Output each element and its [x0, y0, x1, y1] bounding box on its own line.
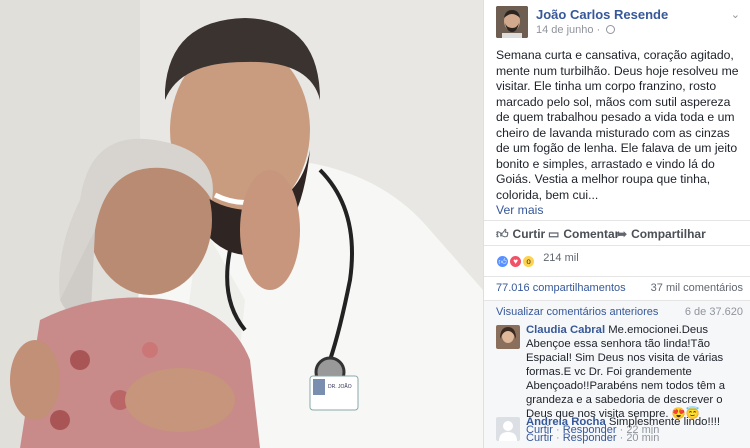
- post-side-panel: João Carlos Resende 14 de junho · ⌄ Sema…: [483, 0, 750, 448]
- commenter-name[interactable]: Claudia Cabral: [526, 324, 605, 336]
- post-meta: 14 de junho ·: [536, 24, 616, 36]
- photo-illustration: DR. JOÃO: [0, 0, 483, 448]
- comment-text: Me.emocionei.Deus Abençoe essa senhora t…: [526, 324, 726, 420]
- commenter-name[interactable]: Andreia Rocha: [526, 416, 606, 428]
- comment-actions: Curtir · Responder · 20 min: [526, 431, 744, 445]
- reactions-count: 214 mil: [543, 252, 579, 264]
- speech-bubble-icon: ▭: [548, 227, 560, 241]
- comment-body: Andreia Rocha Simplesmente lindo!!!! Cur…: [526, 415, 744, 445]
- avatar-image: [496, 417, 520, 441]
- comment-like-link[interactable]: Curtir: [526, 432, 553, 444]
- thumbs-up-icon: 👍︎: [496, 227, 509, 241]
- post-text-block: Semana curta e cansativa, coração agitad…: [496, 48, 744, 219]
- comment-text: Simplesmente lindo!!!!: [608, 416, 721, 428]
- shares-count[interactable]: 77.016 compartilhamentos: [496, 282, 626, 294]
- comment-sep: ·: [555, 432, 560, 444]
- comments-pagination: 6 de 37.620: [684, 306, 743, 318]
- share-label: Compartilhar: [631, 227, 706, 241]
- reactions-summary[interactable]: 👍︎ ♥ o 214 mil: [496, 252, 579, 268]
- share-button[interactable]: ➦ Compartilhar: [617, 227, 706, 241]
- comments-count[interactable]: 37 mil comentários: [651, 282, 743, 294]
- avatar-image: [496, 325, 520, 349]
- author-name[interactable]: João Carlos Resende: [536, 7, 668, 22]
- comment-reply-link[interactable]: Responder: [563, 432, 617, 444]
- post-header: João Carlos Resende 14 de junho · ⌄: [484, 0, 750, 44]
- post-actions-bar: 👍︎ Curtir ▭ Comentar ➦ Compartilhar: [484, 220, 750, 246]
- meta-separator: ·: [596, 24, 601, 36]
- chevron-down-icon[interactable]: ⌄: [731, 8, 740, 21]
- like-label: Curtir: [512, 227, 546, 241]
- commenter-avatar[interactable]: [496, 325, 520, 349]
- globe-icon: [606, 25, 616, 34]
- commenter-avatar[interactable]: [496, 417, 520, 441]
- facebook-photo-viewer: DR. JOÃO João Carlos Resende 14 de junho…: [0, 0, 750, 448]
- avatar-image: [496, 6, 528, 38]
- wow-reaction-icon: o: [522, 255, 536, 268]
- like-button[interactable]: 👍︎ Curtir: [496, 227, 545, 242]
- author-avatar[interactable]: [496, 6, 528, 38]
- comment-label: Comentar: [563, 227, 620, 241]
- post-photo[interactable]: DR. JOÃO: [0, 0, 483, 448]
- share-arrow-icon: ➦: [617, 227, 628, 241]
- comment-time[interactable]: 20 min: [626, 432, 659, 444]
- badge-text: DR. JOÃO: [328, 383, 352, 390]
- see-more-link[interactable]: Ver mais: [496, 203, 543, 217]
- like-reaction-icon: 👍︎: [496, 255, 509, 268]
- post-date[interactable]: 14 de junho: [536, 24, 594, 36]
- comment-button[interactable]: ▭ Comentar: [548, 227, 619, 241]
- love-reaction-icon: ♥: [509, 255, 523, 268]
- post-stats: 77.016 compartilhamentos 37 mil comentár…: [484, 276, 750, 298]
- view-previous-comments-link[interactable]: Visualizar comentários anteriores: [496, 306, 658, 318]
- comments-section: Visualizar comentários anteriores 6 de 3…: [484, 300, 750, 448]
- comment-sep: ·: [619, 432, 624, 444]
- post-text: Semana curta e cansativa, coração agitad…: [496, 48, 739, 202]
